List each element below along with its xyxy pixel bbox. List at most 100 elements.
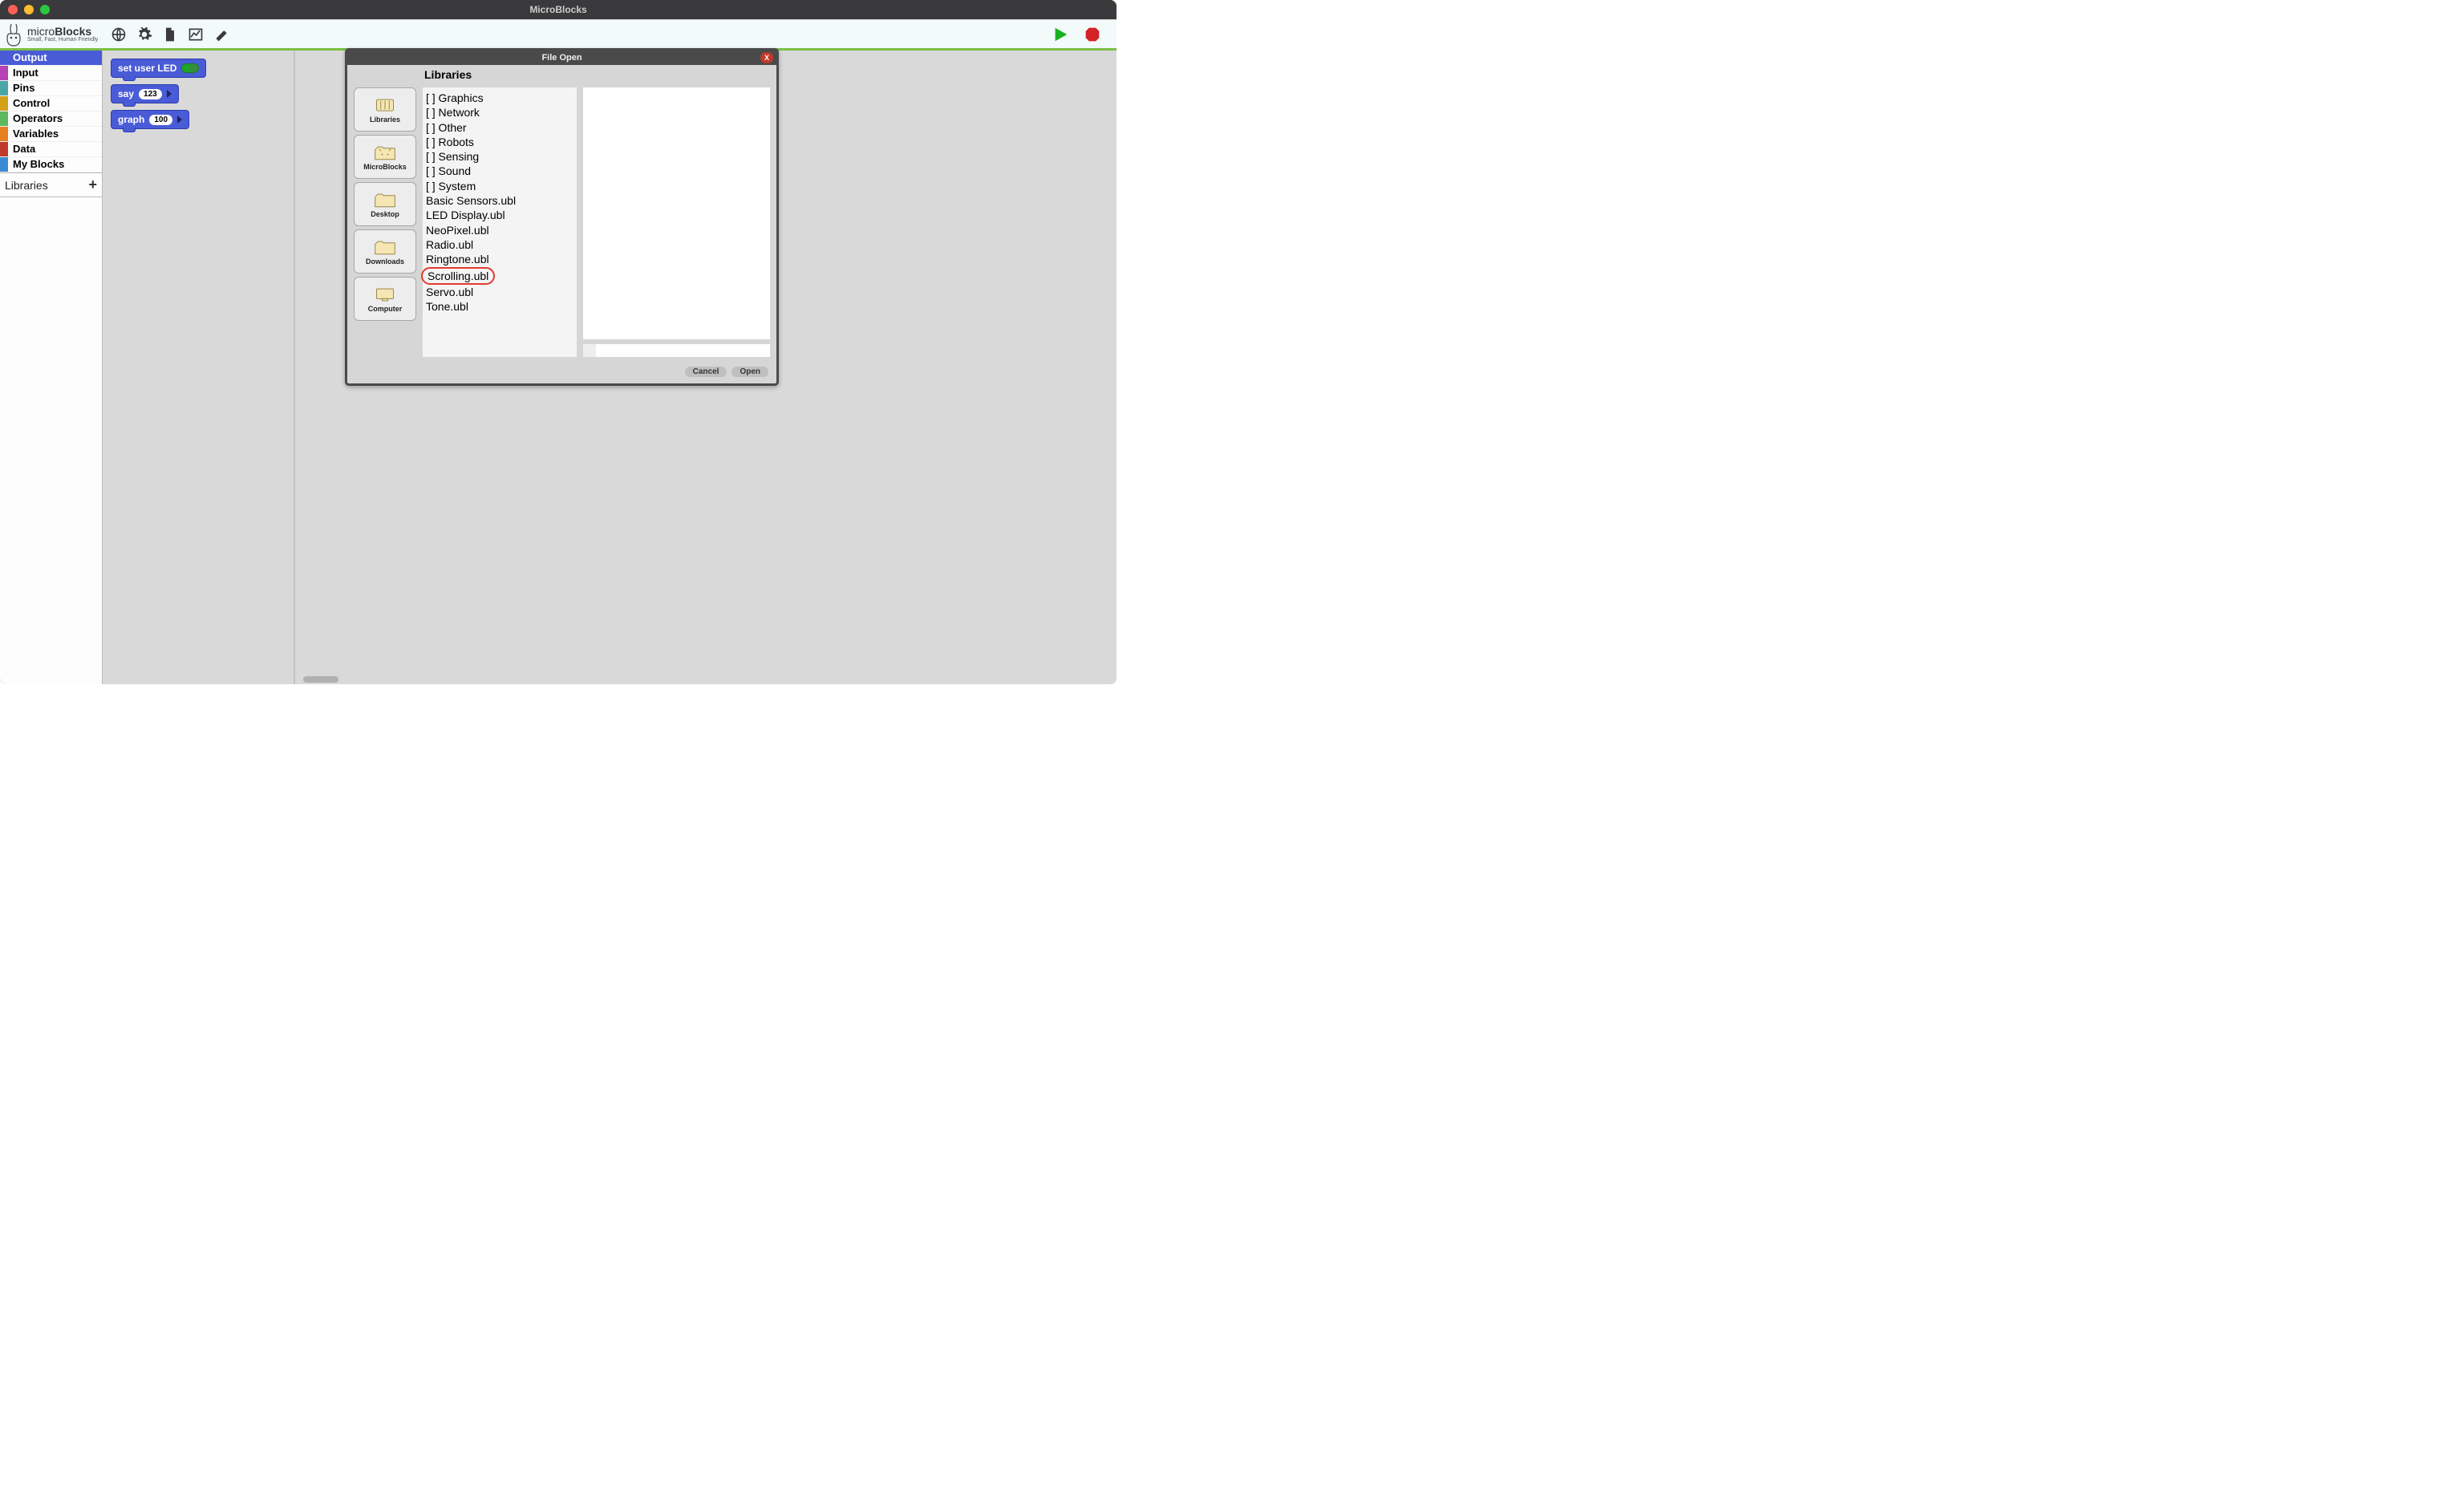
- block-label: graph: [118, 114, 144, 125]
- gear-icon: [136, 26, 152, 43]
- block-set-user-led[interactable]: set user LED: [111, 59, 206, 78]
- category-color-swatch: [0, 81, 8, 95]
- hscroll-thumb[interactable]: [303, 676, 338, 683]
- file-item[interactable]: [ ] Graphics: [424, 91, 485, 104]
- graph-value-input[interactable]: 100: [149, 115, 172, 125]
- titlebar: MicroBlocks: [0, 0, 1116, 19]
- file-item[interactable]: Scrolling.ubl: [421, 267, 495, 285]
- folder-shortcut-microblocks[interactable]: MicroBlocks: [354, 135, 416, 179]
- logo-tagline: Small, Fast, Human Friendly: [27, 37, 98, 43]
- file-item[interactable]: Ringtone.ubl: [424, 253, 491, 266]
- file-item[interactable]: Servo.ubl: [424, 286, 475, 298]
- folder-shortcut-desktop[interactable]: Desktop: [354, 182, 416, 226]
- say-value-input[interactable]: 123: [139, 89, 162, 99]
- category-label: My Blocks: [13, 158, 64, 171]
- stop-button[interactable]: [1080, 22, 1105, 47]
- category-color-swatch: [0, 142, 8, 156]
- toolbar: microBlocks Small, Fast, Human Friendly: [0, 19, 1116, 48]
- dialog-close-button[interactable]: X: [760, 52, 773, 63]
- file-item[interactable]: NeoPixel.ubl: [424, 224, 491, 237]
- file-item[interactable]: [ ] System: [424, 180, 477, 193]
- globe-icon: [111, 26, 127, 43]
- category-color-swatch: [0, 157, 8, 172]
- expand-icon[interactable]: [177, 116, 182, 124]
- file-item[interactable]: LED Display.ubl: [424, 209, 507, 221]
- file-item[interactable]: [ ] Other: [424, 121, 468, 134]
- category-list: Output Input PinsControlOperators Variables…: [0, 51, 102, 172]
- category-color-swatch: [0, 51, 8, 65]
- category-control[interactable]: Control: [0, 96, 102, 111]
- sidebar: Output Input PinsControlOperators Variables…: [0, 51, 103, 684]
- category-my-blocks[interactable]: My Blocks: [0, 157, 102, 172]
- filetype-icon: [583, 344, 596, 357]
- category-color-swatch: [0, 111, 8, 126]
- category-label: Output: [13, 51, 47, 64]
- computer-icon: [374, 286, 396, 303]
- bunny-icon: [6, 22, 24, 47]
- window-title: MicroBlocks: [0, 4, 1116, 15]
- window-controls: [0, 5, 50, 14]
- category-data[interactable]: Data: [0, 142, 102, 157]
- filename-bar: [583, 344, 770, 357]
- filename-field[interactable]: [601, 344, 770, 357]
- block-label: say: [118, 88, 134, 99]
- category-variables[interactable]: Variables: [0, 127, 102, 142]
- graph-button[interactable]: [183, 22, 209, 47]
- logo-text: microBlocks: [27, 26, 98, 37]
- zoom-window-button[interactable]: [40, 5, 50, 14]
- file-item[interactable]: [ ] Sensing: [424, 150, 480, 163]
- run-button[interactable]: [1048, 22, 1073, 47]
- folder-label: Computer: [368, 305, 403, 313]
- expand-icon[interactable]: [167, 90, 172, 98]
- file-button[interactable]: [157, 22, 183, 47]
- folder-icon: [374, 191, 396, 209]
- libraries-header: Libraries +: [0, 172, 102, 197]
- app-window: MicroBlocks microBlocks Small, Fast, Hum…: [0, 0, 1116, 684]
- folder-icon: [374, 238, 396, 256]
- category-label: Pins: [13, 82, 34, 95]
- block-graph[interactable]: graph 100: [111, 110, 189, 129]
- category-output[interactable]: Output: [0, 51, 102, 66]
- block-say[interactable]: say 123: [111, 84, 179, 103]
- dialog-location-label: Libraries: [424, 68, 472, 81]
- app-logo: microBlocks Small, Fast, Human Friendly: [6, 22, 106, 47]
- libraries-label: Libraries: [5, 179, 48, 192]
- category-input[interactable]: Input: [0, 66, 102, 81]
- file-item[interactable]: Tone.ubl: [424, 300, 470, 313]
- file-item[interactable]: [ ] Sound: [424, 164, 472, 177]
- file-icon: [162, 26, 178, 43]
- block-label: set user LED: [118, 63, 176, 74]
- dialog-title: File Open: [541, 53, 582, 63]
- folder-shortcut-libraries[interactable]: Libraries: [354, 87, 416, 132]
- settings-button[interactable]: [132, 22, 157, 47]
- dialog-titlebar: File Open X: [347, 51, 776, 65]
- folder-shortcut-computer[interactable]: Computer: [354, 277, 416, 321]
- file-item[interactable]: Basic Sensors.ubl: [424, 194, 517, 207]
- category-color-swatch: [0, 96, 8, 111]
- stop-icon: [1084, 26, 1100, 43]
- folder-label: Desktop: [371, 210, 399, 218]
- category-label: Operators: [13, 112, 63, 125]
- folder-label: MicroBlocks: [363, 163, 407, 171]
- category-pins[interactable]: Pins: [0, 81, 102, 96]
- file-item[interactable]: Radio.ubl: [424, 238, 475, 251]
- file-item[interactable]: [ ] Network: [424, 106, 481, 119]
- folder-shortcut-downloads[interactable]: Downloads: [354, 229, 416, 274]
- category-operators[interactable]: Operators: [0, 111, 102, 127]
- close-window-button[interactable]: [8, 5, 18, 14]
- folder-label: Libraries: [370, 116, 400, 124]
- cancel-button[interactable]: Cancel: [685, 367, 727, 377]
- led-toggle[interactable]: [181, 63, 199, 73]
- minimize-window-button[interactable]: [24, 5, 34, 14]
- add-library-button[interactable]: +: [88, 176, 97, 193]
- category-color-swatch: [0, 66, 8, 80]
- language-button[interactable]: [106, 22, 132, 47]
- graph-icon: [188, 26, 204, 43]
- play-icon: [1052, 26, 1069, 43]
- connect-button[interactable]: [209, 22, 234, 47]
- file-item[interactable]: [ ] Robots: [424, 136, 476, 148]
- open-button[interactable]: Open: [732, 367, 768, 377]
- file-list[interactable]: [ ] Graphics [ ] Network [ ] Other [ ] Robo…: [423, 87, 577, 357]
- folder-label: Downloads: [366, 257, 404, 266]
- category-label: Input: [13, 67, 38, 79]
